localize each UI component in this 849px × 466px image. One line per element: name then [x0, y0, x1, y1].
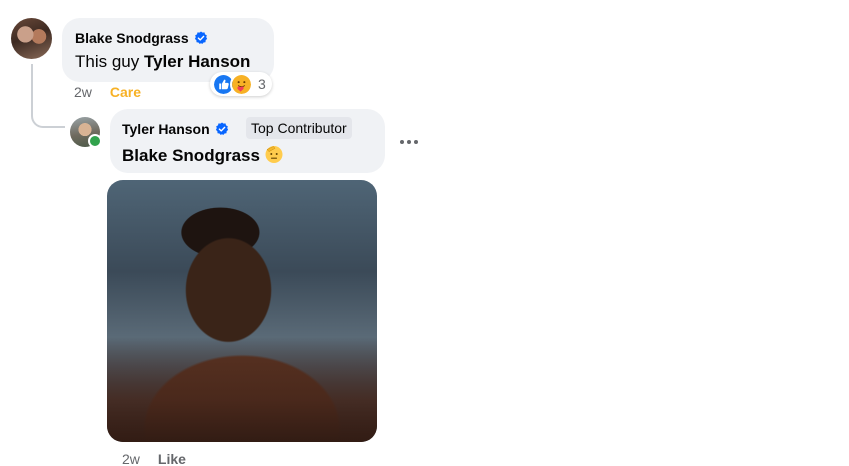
avatar-blake-snodgrass[interactable]	[11, 18, 52, 59]
dot-icon	[400, 140, 404, 144]
comment-text-prefix: This guy	[75, 52, 140, 71]
comment-thread: Blake Snodgrass This guy Tyler Hanson 3 …	[0, 0, 849, 466]
like-button[interactable]: Like	[158, 451, 186, 466]
comment-author: Blake Snodgrass	[75, 30, 208, 46]
care-icon	[230, 72, 253, 96]
dot-icon	[414, 140, 418, 144]
comment-text: This guy Tyler Hanson	[75, 52, 250, 72]
dot-icon	[407, 140, 411, 144]
reply-actions: 2w Like	[122, 451, 186, 466]
reply-author: Tyler Hanson	[122, 121, 229, 137]
avatar-tyler-hanson[interactable]	[70, 117, 102, 148]
reply-text: Blake Snodgrass	[122, 144, 284, 166]
author-name[interactable]: Blake Snodgrass	[75, 30, 189, 46]
reaction-summary[interactable]: 3	[210, 72, 272, 96]
comment-actions: 2w Care	[74, 84, 141, 100]
thread-connector	[31, 98, 65, 128]
author-name[interactable]: Tyler Hanson	[122, 121, 210, 137]
reply-timestamp[interactable]: 2w	[122, 451, 140, 466]
top-contributor-badge[interactable]: Top Contributor	[246, 117, 352, 139]
reply-gif[interactable]	[107, 180, 377, 442]
reaction-count: 3	[258, 76, 266, 92]
more-options-button[interactable]	[397, 132, 421, 152]
verified-badge-icon	[194, 31, 207, 44]
saluting-face-icon	[265, 146, 283, 163]
comment-timestamp[interactable]: 2w	[74, 84, 92, 100]
verified-badge-icon	[215, 122, 228, 135]
care-button[interactable]: Care	[110, 84, 141, 100]
online-status-icon	[88, 134, 102, 148]
mention-link[interactable]: Tyler Hanson	[144, 52, 250, 71]
reply-bubble: Tyler Hanson Top Contributor Blake Snodg…	[110, 109, 385, 173]
mention-link[interactable]: Blake Snodgrass	[122, 146, 260, 165]
